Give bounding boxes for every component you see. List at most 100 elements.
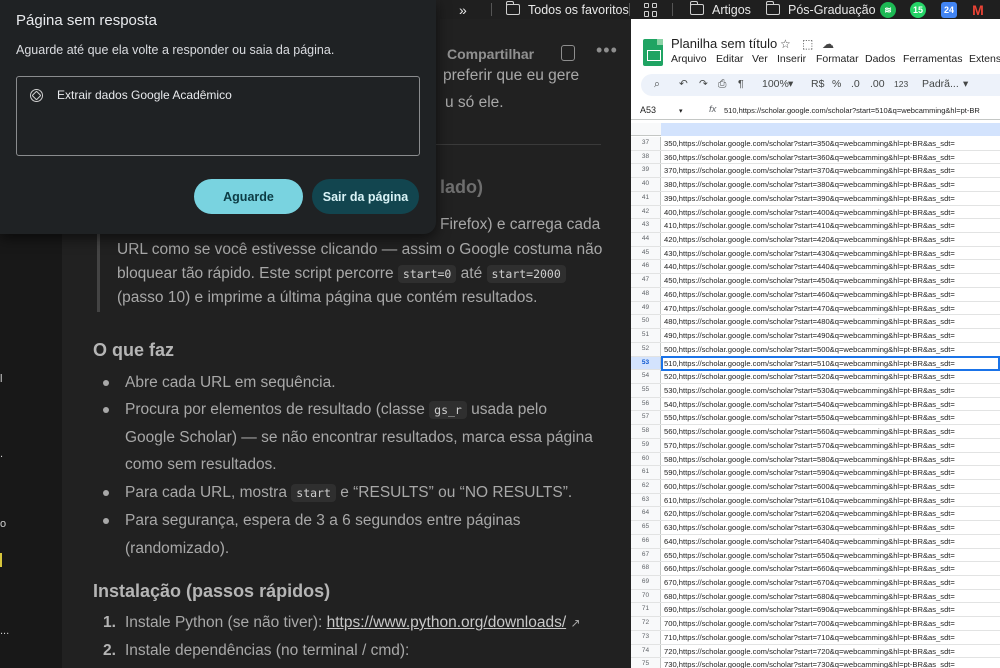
sidebar-stub[interactable]: . bbox=[0, 448, 3, 460]
row-number[interactable]: 43 bbox=[631, 219, 661, 233]
print-icon[interactable]: ⎙ bbox=[718, 78, 726, 91]
document-icon[interactable] bbox=[561, 45, 575, 61]
gmail-icon[interactable]: M bbox=[970, 2, 986, 18]
row-number[interactable]: 53 bbox=[631, 356, 661, 370]
row-number[interactable]: 72 bbox=[631, 617, 661, 630]
cell-a[interactable]: 630,https://scholar.google.com/scholar?s… bbox=[664, 521, 955, 534]
cell-a[interactable]: 400,https://scholar.google.com/scholar?s… bbox=[664, 206, 955, 219]
cell-a[interactable]: 500,https://scholar.google.com/scholar?s… bbox=[664, 343, 955, 356]
row-number[interactable]: 51 bbox=[631, 329, 661, 342]
cell-a[interactable]: 420,https://scholar.google.com/scholar?s… bbox=[664, 233, 955, 246]
cell-a[interactable]: 670,https://scholar.google.com/scholar?s… bbox=[664, 576, 955, 589]
row-number[interactable]: 64 bbox=[631, 507, 661, 521]
cell-a[interactable]: 540,https://scholar.google.com/scholar?s… bbox=[664, 398, 955, 411]
row-number[interactable]: 45 bbox=[631, 246, 661, 260]
row-number[interactable]: 55 bbox=[631, 383, 661, 397]
cell-a[interactable]: 590,https://scholar.google.com/scholar?s… bbox=[664, 466, 955, 479]
row-number[interactable]: 48 bbox=[631, 287, 661, 301]
menu-ferramentas[interactable]: Ferramentas bbox=[903, 53, 963, 65]
more-options-icon[interactable]: ••• bbox=[596, 40, 618, 61]
cell-a[interactable]: 690,https://scholar.google.com/scholar?s… bbox=[664, 603, 955, 616]
cell-a[interactable]: 550,https://scholar.google.com/scholar?s… bbox=[664, 411, 955, 424]
row-number[interactable]: 44 bbox=[631, 233, 661, 246]
row-number[interactable]: 49 bbox=[631, 301, 661, 315]
cell-a[interactable]: 440,https://scholar.google.com/scholar?s… bbox=[664, 260, 955, 273]
row-number[interactable]: 60 bbox=[631, 452, 661, 466]
menu-dados[interactable]: Dados bbox=[865, 53, 895, 65]
cell-a[interactable]: 560,https://scholar.google.com/scholar?s… bbox=[664, 425, 955, 438]
calendar-icon[interactable]: 24 bbox=[941, 2, 957, 18]
percent-format-button[interactable]: % bbox=[832, 78, 841, 90]
bookmarks-overflow-button[interactable]: » bbox=[459, 1, 467, 18]
formula-input[interactable]: 510,https://scholar.google.com/scholar?s… bbox=[724, 106, 980, 115]
cell-a[interactable]: 490,https://scholar.google.com/scholar?s… bbox=[664, 329, 955, 342]
cell-a[interactable]: 720,https://scholar.google.com/scholar?s… bbox=[664, 645, 955, 658]
unresponsive-tab-item[interactable]: Extrair dados Google Acadêmico bbox=[30, 88, 232, 102]
cell-a[interactable]: 450,https://scholar.google.com/scholar?s… bbox=[664, 274, 955, 287]
row-number[interactable]: 68 bbox=[631, 562, 661, 575]
redo-icon[interactable]: ↷ bbox=[699, 78, 708, 90]
row-number[interactable]: 42 bbox=[631, 205, 661, 219]
search-menus-icon[interactable]: ⌕ bbox=[654, 78, 660, 91]
row-number[interactable]: 47 bbox=[631, 274, 661, 287]
wait-button[interactable]: Aguarde bbox=[194, 179, 303, 214]
cell-a[interactable]: 620,https://scholar.google.com/scholar?s… bbox=[664, 507, 955, 520]
cell-a[interactable]: 360,https://scholar.google.com/scholar?s… bbox=[664, 151, 955, 164]
increase-decimal-button[interactable]: .00 bbox=[870, 78, 885, 90]
python-download-link[interactable]: https://www.python.org/downloads/ bbox=[327, 614, 567, 631]
row-number[interactable]: 56 bbox=[631, 397, 661, 411]
row-number[interactable]: 70 bbox=[631, 589, 661, 603]
row-number[interactable]: 67 bbox=[631, 548, 661, 562]
undo-icon[interactable]: ↶ bbox=[679, 78, 688, 90]
name-box[interactable]: A53 bbox=[640, 105, 656, 115]
cell-a[interactable]: 710,https://scholar.google.com/scholar?s… bbox=[664, 631, 955, 644]
cell-a[interactable]: 350,https://scholar.google.com/scholar?s… bbox=[664, 137, 955, 150]
row-number[interactable]: 63 bbox=[631, 493, 661, 507]
row-number[interactable]: 39 bbox=[631, 164, 661, 178]
cell-a[interactable]: 700,https://scholar.google.com/scholar?s… bbox=[664, 617, 955, 630]
row-number[interactable]: 52 bbox=[631, 342, 661, 356]
column-a-header[interactable] bbox=[661, 123, 1000, 136]
row-number[interactable]: 73 bbox=[631, 630, 661, 644]
decrease-decimal-button[interactable]: .0 bbox=[851, 78, 860, 90]
cell-a[interactable]: 570,https://scholar.google.com/scholar?s… bbox=[664, 439, 955, 452]
cell-a[interactable]: 680,https://scholar.google.com/scholar?s… bbox=[664, 590, 955, 603]
cell-a[interactable]: 650,https://scholar.google.com/scholar?s… bbox=[664, 549, 955, 562]
cell-a[interactable]: 390,https://scholar.google.com/scholar?s… bbox=[664, 192, 955, 205]
cell-a[interactable]: 660,https://scholar.google.com/scholar?s… bbox=[664, 562, 955, 575]
number-format-button[interactable]: 123 bbox=[894, 79, 908, 89]
cell-a[interactable]: 480,https://scholar.google.com/scholar?s… bbox=[664, 315, 955, 328]
sheets-logo-icon[interactable] bbox=[643, 39, 663, 66]
row-number[interactable]: 59 bbox=[631, 438, 661, 452]
cell-a[interactable]: 470,https://scholar.google.com/scholar?s… bbox=[664, 302, 955, 315]
bookmark-artigos[interactable]: Artigos bbox=[689, 1, 751, 18]
menu-ver[interactable]: Ver bbox=[752, 53, 768, 65]
row-number[interactable]: 61 bbox=[631, 466, 661, 479]
cell-a[interactable]: 460,https://scholar.google.com/scholar?s… bbox=[664, 288, 955, 301]
row-number[interactable]: 46 bbox=[631, 260, 661, 274]
cell-a[interactable]: 580,https://scholar.google.com/scholar?s… bbox=[664, 453, 955, 466]
zoom-select[interactable]: 100% bbox=[762, 78, 789, 90]
menu-formatar[interactable]: Formatar bbox=[816, 53, 859, 65]
row-number[interactable]: 74 bbox=[631, 644, 661, 658]
row-number[interactable]: 58 bbox=[631, 425, 661, 438]
row-number[interactable]: 75 bbox=[631, 658, 661, 668]
cell-a[interactable]: 640,https://scholar.google.com/scholar?s… bbox=[664, 535, 955, 548]
cell-a[interactable]: 370,https://scholar.google.com/scholar?s… bbox=[664, 164, 955, 177]
whatsapp-icon[interactable]: 15 bbox=[910, 2, 926, 18]
exit-page-button[interactable]: Sair da página bbox=[312, 179, 419, 214]
paint-format-icon[interactable]: ¶ bbox=[738, 78, 744, 90]
sidebar-stub[interactable]: o bbox=[0, 518, 6, 530]
sidebar-stub[interactable]: ... bbox=[0, 625, 9, 637]
menu-editar[interactable]: Editar bbox=[716, 53, 743, 65]
bookmark-all-favorites[interactable]: Todos os favoritos bbox=[505, 1, 629, 18]
row-number[interactable]: 38 bbox=[631, 150, 661, 164]
row-number[interactable]: 57 bbox=[631, 411, 661, 425]
menu-extensoes[interactable]: Extensõ bbox=[969, 53, 1000, 65]
sidebar-stub[interactable]: l bbox=[0, 373, 2, 385]
row-number[interactable]: 41 bbox=[631, 191, 661, 205]
cloud-status-icon[interactable]: ☁ bbox=[822, 37, 834, 51]
spotify-icon[interactable]: ≋ bbox=[880, 2, 896, 18]
menu-arquivo[interactable]: Arquivo bbox=[671, 53, 707, 65]
menu-inserir[interactable]: Inserir bbox=[777, 53, 806, 65]
